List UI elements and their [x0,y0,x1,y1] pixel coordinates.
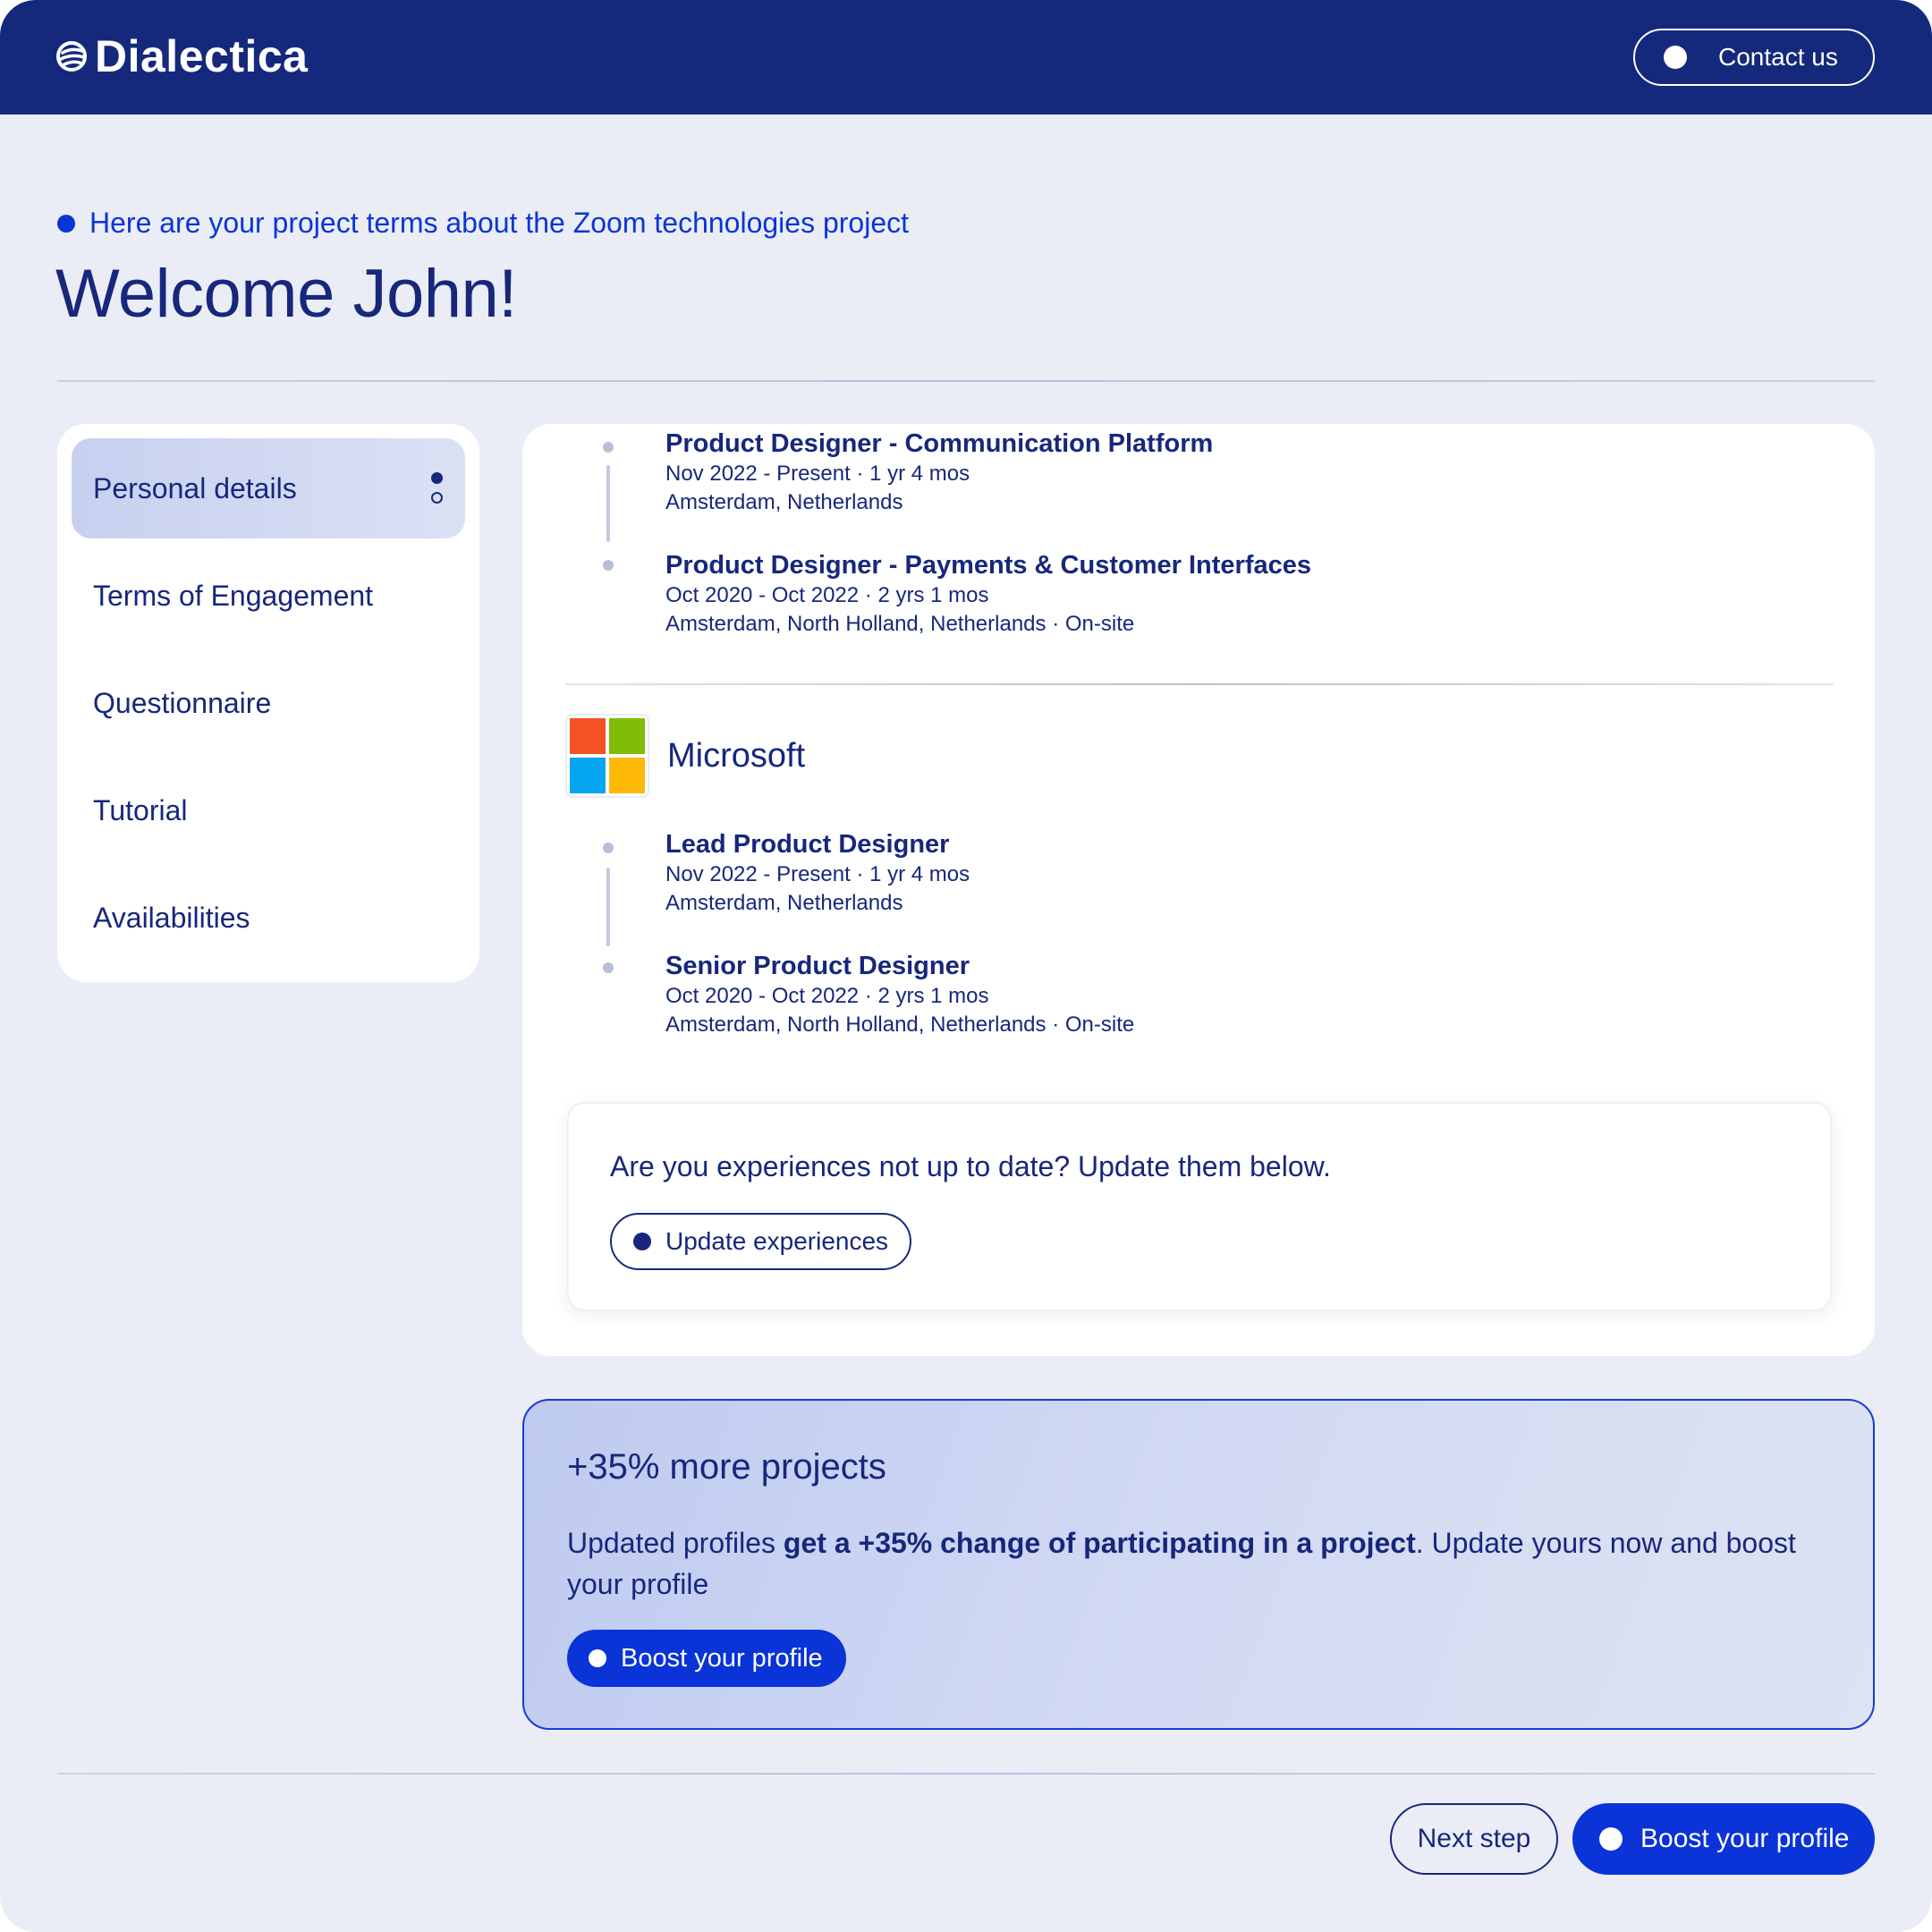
divider [57,380,1875,382]
footer-boost-profile-button[interactable]: Boost your profile [1572,1803,1875,1875]
timeline-dot [603,560,614,571]
experience-item: Lead Product Designer Nov 2022 - Present… [665,828,970,918]
promo-text-bold: get a +35% change of participating in a … [783,1527,1416,1559]
sidebar-item-label: Questionnaire [93,686,272,719]
contact-us-label: Contact us [1718,43,1838,71]
boost-promo-card: +35% more projects Updated profiles get … [522,1399,1875,1730]
divider [57,1773,1875,1775]
sidebar-item-questionnaire[interactable]: Questionnaire [72,653,465,753]
company-name: Microsoft [667,736,806,775]
promo-text: Updated profiles get a +35% change of pa… [567,1522,1837,1605]
page-title: Welcome John! [55,256,517,332]
sidebar-item-label: Tutorial [93,793,188,826]
project-eyebrow: Here are your project terms about the Zo… [57,207,909,240]
update-experiences-panel: Are you experiences not up to date? Upda… [567,1102,1832,1311]
step-progress-icon [431,472,444,504]
divider [565,683,1834,685]
dot-icon [633,1233,651,1250]
experience-item: Product Designer - Payments & Customer I… [665,549,1311,639]
job-title: Product Designer - Payments & Customer I… [665,551,1311,580]
sidebar-item-label: Personal details [93,471,297,504]
experience-card[interactable]: Product Designer - Communication Platfor… [522,424,1875,1356]
job-location: Amsterdam, Netherlands [665,490,903,514]
job-title: Senior Product Designer [665,952,970,980]
job-dates: Nov 2022 - Present · 1 yr 4 mos [665,862,970,886]
sidebar-item-tutorial[interactable]: Tutorial [72,760,465,860]
app-frame: Dialectica Contact us Here are your proj… [0,0,1932,1932]
job-dates: Oct 2020 - Oct 2022 · 2 yrs 1 mos [665,984,989,1008]
timeline-dot [603,962,614,973]
boost-profile-label: Boost your profile [621,1643,823,1673]
job-location: Amsterdam, North Holland, Netherlands · … [665,612,1135,636]
update-experiences-button[interactable]: Update experiences [610,1213,912,1270]
eyebrow-text: Here are your project terms about the Zo… [89,207,910,239]
next-step-button[interactable]: Next step [1390,1803,1558,1875]
experience-item: Product Designer - Communication Platfor… [665,428,1213,517]
job-location: Amsterdam, North Holland, Netherlands · … [665,1013,1135,1037]
footer-boost-profile-label: Boost your profile [1640,1824,1850,1853]
timeline-dot [603,843,614,853]
job-title: Lead Product Designer [665,830,950,859]
next-step-label: Next step [1417,1824,1531,1853]
timeline-dot [603,442,614,453]
contact-us-button[interactable]: Contact us [1633,29,1875,86]
sidebar-item-personal-details[interactable]: Personal details [72,438,465,538]
job-dates: Oct 2020 - Oct 2022 · 2 yrs 1 mos [665,583,989,607]
dot-icon [1664,46,1687,69]
dot-icon [1599,1827,1623,1851]
job-dates: Nov 2022 - Present · 1 yr 4 mos [665,462,970,486]
timeline-line [606,868,610,946]
microsoft-logo-icon [565,714,649,798]
boost-profile-button[interactable]: Boost your profile [567,1630,846,1687]
experience-item: Senior Product Designer Oct 2020 - Oct 2… [665,950,1134,1039]
sidebar-item-label: Terms of Engagement [93,579,374,612]
logo[interactable]: Dialectica [55,30,308,82]
sidebar-item-availabilities[interactable]: Availabilities [72,868,465,968]
update-prompt: Are you experiences not up to date? Upda… [610,1150,1331,1182]
update-experiences-label: Update experiences [665,1227,889,1255]
dot-icon [589,1649,606,1667]
job-location: Amsterdam, Netherlands [665,891,903,915]
job-title: Product Designer - Communication Platfor… [665,429,1214,458]
logo-text: Dialectica [95,31,309,81]
bullet-icon [57,214,75,233]
promo-title: +35% more projects [567,1447,886,1487]
promo-text-start: Updated profiles [567,1527,784,1559]
top-bar: Dialectica Contact us [0,0,1932,114]
dialectica-logo-icon [56,41,87,72]
company-header: Microsoft [565,714,805,798]
sidebar-item-label: Availabilities [93,901,250,934]
sidebar-item-terms-of-engagement[interactable]: Terms of Engagement [72,546,465,646]
steps-sidebar: Personal details Terms of Engagement Que… [57,424,479,982]
timeline-line [606,465,610,542]
